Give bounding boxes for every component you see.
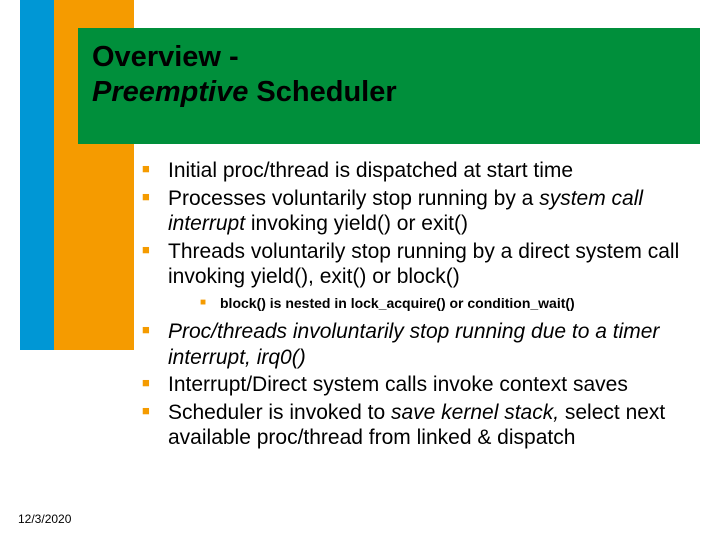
bullet-item: Interrupt/Direct system calls invoke con… bbox=[134, 372, 706, 398]
bullet-text: Interrupt/Direct system calls invoke con… bbox=[168, 373, 628, 396]
bullet-item: Threads voluntarily stop running by a di… bbox=[134, 239, 706, 313]
nested-text: block() is nested in lock_acquire() or c… bbox=[220, 295, 575, 311]
bullet-item: Proc/threads involuntarily stop running … bbox=[134, 319, 706, 370]
bullet-text: Scheduler is invoked to bbox=[168, 401, 391, 424]
title-box: Overview - Preemptive Scheduler bbox=[78, 28, 700, 144]
nested-item: block() is nested in lock_acquire() or c… bbox=[196, 294, 706, 313]
footer-date: 12/3/2020 bbox=[18, 512, 71, 526]
bullet-list: Initial proc/thread is dispatched at sta… bbox=[134, 158, 706, 451]
title-preemptive: Preemptive bbox=[92, 76, 248, 108]
nested-list: block() is nested in lock_acquire() or c… bbox=[168, 294, 706, 313]
bullet-text: Processes voluntarily stop running by a bbox=[168, 187, 539, 210]
bullet-item: Scheduler is invoked to save kernel stac… bbox=[134, 400, 706, 451]
bullet-item: Initial proc/thread is dispatched at sta… bbox=[134, 158, 706, 184]
accent-blue-strip bbox=[20, 0, 54, 350]
title-scheduler: Scheduler bbox=[248, 76, 396, 108]
content-area: Initial proc/thread is dispatched at sta… bbox=[134, 158, 706, 453]
title-overview: Overview - bbox=[92, 41, 239, 73]
bullet-text-italic: Proc/threads involuntarily stop running … bbox=[168, 320, 659, 369]
bullet-text: invoking yield() or exit() bbox=[245, 212, 468, 235]
slide-title: Overview - Preemptive Scheduler bbox=[92, 40, 684, 110]
bullet-item: Processes voluntarily stop running by a … bbox=[134, 186, 706, 237]
bullet-text: Threads voluntarily stop running by a di… bbox=[168, 240, 679, 289]
bullet-text: Initial proc/thread is dispatched at sta… bbox=[168, 159, 573, 182]
bullet-text-italic: save kernel stack, bbox=[391, 401, 559, 424]
slide: Overview - Preemptive Scheduler Initial … bbox=[0, 0, 720, 540]
